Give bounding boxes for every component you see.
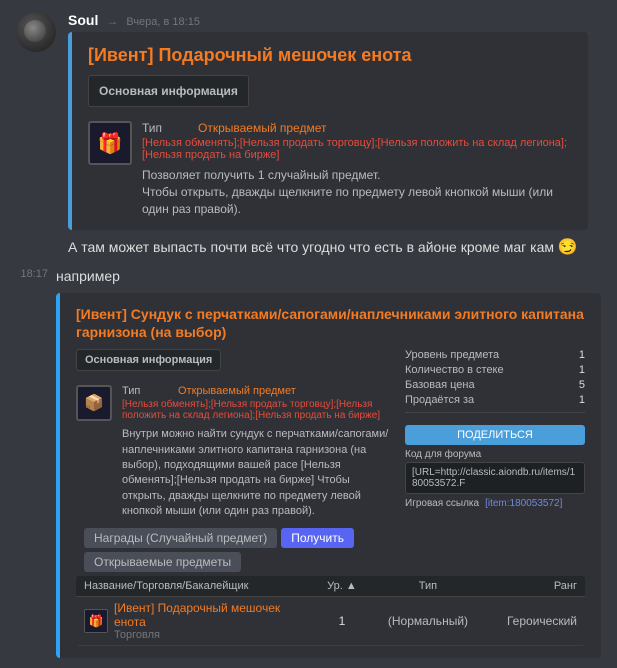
restrictions-row-2: [Нельзя обменять];[Нельзя продать торгов…: [122, 399, 395, 421]
sell-row: Продаётся за 1: [405, 394, 585, 406]
level-value: 1: [579, 349, 585, 361]
embed-right: Уровень предмета 1 Количество в стеке 1 …: [405, 349, 585, 519]
item-text-2: Тип Открываемый предмет [Нельзя обменять…: [122, 385, 395, 519]
col-header-type: Тип: [371, 580, 486, 592]
message-1: Soul → Вчера, в 18:15 [Ивент] Подарочный…: [0, 8, 617, 234]
row-item-sub: Торговля: [114, 629, 313, 641]
item-icon-1: 🎁: [88, 121, 132, 165]
base-label: Базовая цена: [405, 379, 475, 391]
subtab-openable[interactable]: Открываемые предметы: [84, 552, 241, 572]
level-label: Уровень предмета: [405, 349, 499, 361]
avatar: [16, 12, 56, 52]
game-link-row: Игровая ссылка [item:180053572]: [405, 498, 585, 509]
table-cell-type: (Нормальный): [371, 614, 486, 628]
info-box-2: Основная информация: [76, 349, 221, 371]
embed-card-1: [Ивент] Подарочный мешочек енота Основна…: [68, 32, 588, 230]
table-cell-rank: Героический: [485, 614, 577, 628]
type-label-2: Тип: [122, 385, 172, 397]
type-value: Открываемый предмет: [198, 121, 326, 135]
base-row: Базовая цена 5: [405, 379, 585, 391]
desc-line2: Чтобы открыть, дважды щелкните по предме…: [142, 185, 553, 216]
row-item-icon: 🎁: [84, 609, 108, 633]
col-header-name: Название/Торговля/Бакалейщик: [84, 580, 313, 592]
tab-receive[interactable]: Получить: [281, 528, 354, 548]
embed-card-2: [Ивент] Сундук с перчатками/сапогами/нап…: [56, 293, 601, 658]
type-row-2: Тип Открываемый предмет: [122, 385, 395, 397]
restrictions: [Нельзя обменять];[Нельзя продать торгов…: [142, 137, 572, 161]
embed-title-2: [Ивент] Сундук с перчатками/сапогами/нап…: [76, 305, 585, 341]
message-row-time: 18:17 например [Ивент] Сундук с перчатка…: [0, 262, 617, 660]
type-label: Тип: [142, 121, 192, 135]
description: Позволяет получить 1 случайный предмет. …: [142, 167, 572, 217]
items-table: Название/Торговля/Бакалейщик Ур. ▲ Тип Р…: [76, 576, 585, 646]
forum-code-label: Код для форума: [405, 449, 585, 460]
col-header-level: Ур. ▲: [313, 580, 370, 592]
game-link-label: Игровая ссылка: [405, 498, 479, 509]
row-name-wrap: [Ивент] Подарочный мешочек енота Торговл…: [114, 601, 313, 641]
item-details-2: 📦 Тип Открываемый предмет [Нельзя обменя…: [76, 385, 395, 519]
desc-line1: Позволяет получить 1 случайный предмет.: [142, 168, 380, 182]
table-row[interactable]: 🎁 [Ивент] Подарочный мешочек енота Торго…: [76, 597, 585, 646]
item-type-row: Тип Открываемый предмет: [142, 121, 572, 135]
col-header-rank: Ранг: [485, 580, 577, 592]
message-header: Soul → Вчера, в 18:15: [68, 12, 601, 28]
table-header: Название/Торговля/Бакалейщик Ур. ▲ Тип Р…: [76, 576, 585, 597]
type-value-2: Открываемый предмет: [178, 385, 296, 397]
emoji-icon: 😏: [558, 239, 578, 256]
tabs-row: Награды (Случайный предмет) Получить: [76, 528, 585, 548]
username: Soul: [68, 12, 98, 28]
embed-left: Основная информация 📦 Тип Открываемый пр…: [76, 349, 395, 519]
game-link-value[interactable]: [item:180053572]: [485, 498, 562, 509]
count-row: Количество в стеке 1: [405, 364, 585, 376]
chat-area: Soul → Вчера, в 18:15 [Ивент] Подарочный…: [0, 0, 617, 668]
text-part1: А там может выпасть почти всё что угодно…: [68, 239, 554, 255]
tab-rewards[interactable]: Награды (Случайный предмет): [84, 528, 277, 548]
item-icon-2: 📦: [76, 385, 112, 421]
message-2-text: А там может выпасть почти всё что угодно…: [0, 234, 617, 262]
count-label: Количество в стеке: [405, 364, 504, 376]
restrictions-2: [Нельзя обменять];[Нельзя продать торгов…: [122, 399, 395, 421]
message-content: Soul → Вчера, в 18:15 [Ивент] Подарочный…: [68, 12, 601, 230]
forward-icon: →: [106, 14, 118, 28]
desc-2: Внутри можно найти сундук с перчатками/с…: [122, 427, 395, 519]
item-text-1: Тип Открываемый предмет [Нельзя обменять…: [142, 121, 572, 217]
time-label: 18:17: [8, 268, 48, 280]
text-naprimer: например: [56, 264, 609, 289]
base-value: 5: [579, 379, 585, 391]
embed-title-1: [Ивент] Подарочный мешочек енота: [88, 44, 572, 67]
message-2-content: например [Ивент] Сундук с перчатками/сап…: [56, 264, 609, 658]
message-timestamp: Вчера, в 18:15: [126, 16, 200, 28]
level-row: Уровень предмета 1: [405, 349, 585, 361]
forum-code-value[interactable]: [URL=http://classic.aiondb.ru/items/1800…: [405, 462, 585, 494]
avatar-image: [16, 12, 56, 52]
col-level-text: Ур. ▲: [327, 580, 357, 592]
subtab-row: Открываемые предметы: [76, 552, 585, 572]
embed-body-2: Основная информация 📦 Тип Открываемый пр…: [76, 349, 585, 519]
item-details-1: 🎁 Тип Открываемый предмет [Нельзя обменя…: [88, 121, 572, 217]
sell-label: Продаётся за: [405, 394, 474, 406]
table-cell-name: 🎁 [Ивент] Подарочный мешочек енота Торго…: [84, 601, 313, 641]
count-value: 1: [579, 364, 585, 376]
sell-value: 1: [579, 394, 585, 406]
table-cell-level: 1: [313, 614, 370, 628]
info-box-1: Основная информация: [88, 75, 249, 107]
share-button[interactable]: ПОДЕЛИТЬСЯ: [405, 425, 585, 445]
divider: [405, 412, 585, 413]
restrictions-row: [Нельзя обменять];[Нельзя продать торгов…: [142, 137, 572, 161]
